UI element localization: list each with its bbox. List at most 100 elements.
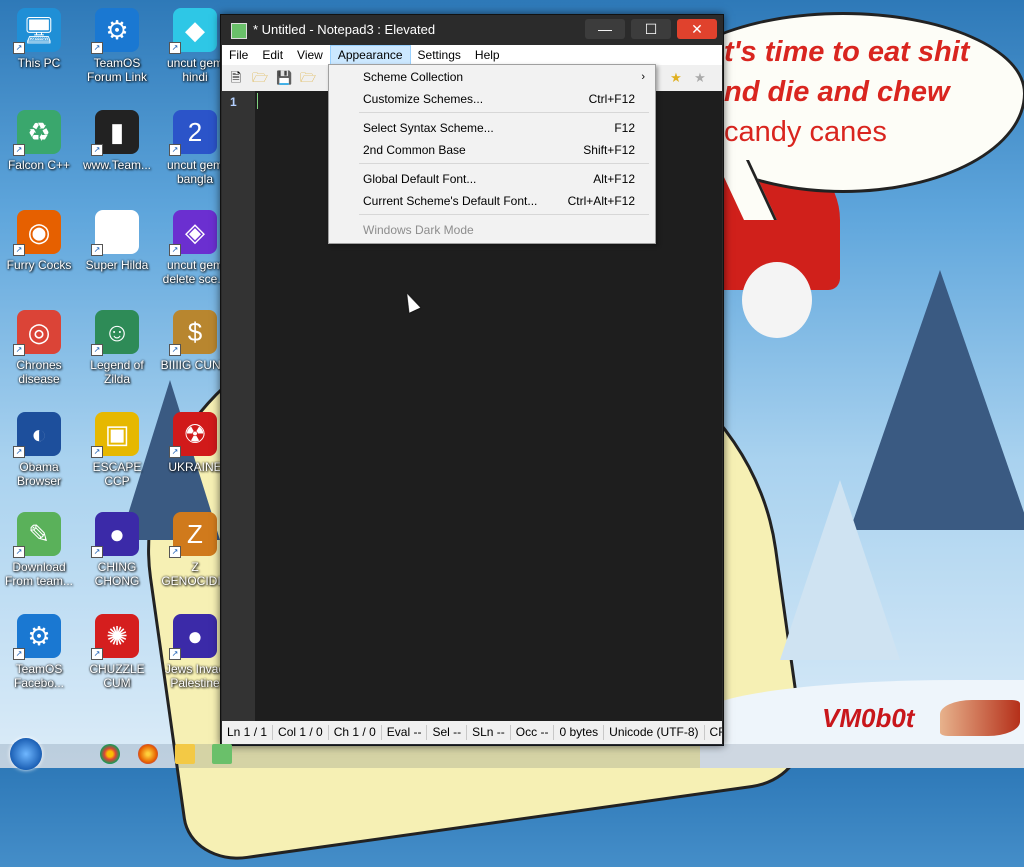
favorites-star-icon[interactable]: ★	[668, 70, 684, 86]
save-as-icon[interactable]: 🗁	[300, 70, 316, 86]
status-eol[interactable]: CR+	[705, 725, 722, 740]
shortcut-arrow-icon: ↗	[169, 546, 181, 558]
shortcut-arrow-icon: ↗	[91, 446, 103, 458]
submenu-arrow-icon: ›	[641, 71, 645, 83]
menu-separator	[359, 112, 649, 113]
menu-item-global-default-font[interactable]: Global Default Font... Alt+F12	[329, 168, 655, 190]
menu-item-shortcut: Ctrl+Alt+F12	[567, 194, 635, 208]
shortcut-arrow-icon: ↗	[13, 244, 25, 256]
elf-icon: ☺ ↗	[91, 310, 139, 356]
desktop-icon-label: ESCAPE CCP	[92, 460, 142, 488]
menu-appearance[interactable]: Appearance	[329, 45, 411, 65]
desktop-icon[interactable]: ♻ ↗ Falcon C++	[2, 110, 76, 172]
minimize-button[interactable]: —	[585, 19, 625, 39]
desktop-icon[interactable]: ⚙ ↗ TeamOS Forum Link	[80, 8, 154, 84]
desktop-icon-label: Furry Cocks	[6, 258, 72, 272]
desktop-icon-label: CHING CHONG	[94, 560, 140, 588]
window-title: * Untitled - Notepad3 : Elevated	[253, 22, 436, 37]
obama-logo-icon: ◐ ↗	[13, 412, 61, 458]
chrome-icon: ◎ ↗	[13, 310, 61, 356]
shortcut-arrow-icon: ↗	[169, 446, 181, 458]
desktop-icon-label: This PC	[17, 56, 61, 70]
menu-settings[interactable]: Settings	[411, 45, 468, 65]
menu-help[interactable]: Help	[468, 45, 507, 65]
shortcut-arrow-icon: ↗	[169, 144, 181, 156]
menu-item-select-syntax-scheme[interactable]: Select Syntax Scheme... F12	[329, 117, 655, 139]
status-char[interactable]: Ch 1 / 0	[329, 725, 382, 740]
desktop-icon[interactable]: ● ↗ CHING CHONG	[80, 512, 154, 588]
save-icon[interactable]: 💾	[276, 70, 292, 86]
desktop-icon-label: TeamOS Forum Link	[86, 56, 148, 84]
desktop-icon[interactable]: ◉ ↗ Furry Cocks	[2, 210, 76, 272]
desktop-icon[interactable]: ☺ ↗ Legend of Zilda	[80, 310, 154, 386]
shortcut-arrow-icon: ↗	[169, 648, 181, 660]
start-button[interactable]	[10, 738, 42, 770]
chrome-taskbar-icon[interactable]	[100, 744, 120, 764]
status-eval[interactable]: Eval --	[382, 725, 428, 740]
menu-item-shortcut: Ctrl+F12	[588, 92, 635, 106]
file-explorer-taskbar-icon[interactable]	[175, 744, 195, 764]
recycle-icon: ♻ ↗	[13, 110, 61, 156]
menu-file[interactable]: File	[222, 45, 255, 65]
shortcut-arrow-icon: ↗	[91, 244, 103, 256]
money-bag-icon: $ ↗	[169, 310, 217, 356]
status-occurrences[interactable]: Occ --	[511, 725, 555, 740]
title-bar[interactable]: * Untitled - Notepad3 : Elevated — ☐ ✕	[221, 15, 723, 45]
menu-item-current-scheme-s-default-font[interactable]: Current Scheme's Default Font... Ctrl+Alt…	[329, 190, 655, 212]
taskbar	[0, 738, 1024, 770]
status-bar: Ln 1 / 1 Col 1 / 0 Ch 1 / 0 Eval -- Sel …	[222, 721, 722, 744]
desktop-icon-label: Obama Browser	[16, 460, 61, 488]
shortcut-arrow-icon: ↗	[13, 344, 25, 356]
notepad-icon: ✎ ↗	[13, 512, 61, 558]
new-file-icon[interactable]: 🗎	[228, 70, 244, 86]
menu-item-scheme-collection[interactable]: Scheme Collection ›	[329, 66, 655, 88]
desktop-icon-label: Download From team...	[4, 560, 73, 588]
radiation-icon: ☢ ↗	[169, 412, 217, 458]
line-number: 1	[230, 95, 237, 109]
appearance-dropdown-menu: Scheme Collection › Customize Schemes... Ct…	[328, 64, 656, 244]
status-selection[interactable]: Sel --	[427, 725, 468, 740]
menu-item-label: Global Default Font...	[363, 172, 477, 186]
menu-item-label: Select Syntax Scheme...	[363, 121, 494, 135]
desktop-icon[interactable]: ◎ ↗ Chrones disease	[2, 310, 76, 386]
shortcut-arrow-icon: ↗	[13, 42, 25, 54]
desktop-icon[interactable]: ☻ ↗ Super Hilda	[80, 210, 154, 272]
shortcut-arrow-icon: ↗	[169, 42, 181, 54]
status-line[interactable]: Ln 1 / 1	[222, 725, 274, 740]
menu-separator	[359, 163, 649, 164]
status-selected-lines[interactable]: SLn --	[467, 725, 511, 740]
status-column[interactable]: Col 1 / 0	[273, 725, 329, 740]
menu-item-shortcut: Shift+F12	[583, 143, 635, 157]
wallpaper-speech-line: nd die and chew	[724, 76, 950, 108]
pixel-character-icon: ☻ ↗	[91, 210, 139, 256]
close-button[interactable]: ✕	[677, 19, 717, 39]
desktop-icon[interactable]: ▮ ↗ www.Team...	[80, 110, 154, 172]
menu-item-2nd-common-base[interactable]: 2nd Common Base Shift+F12	[329, 139, 655, 161]
desktop-icon[interactable]: ▣ ↗ ESCAPE CCP	[80, 412, 154, 488]
desktop-icon[interactable]: ✺ ↗ CHUZZLE CUM	[80, 614, 154, 690]
menu-edit[interactable]: Edit	[255, 45, 290, 65]
menu-item-shortcut: Alt+F12	[593, 172, 635, 186]
shortcut-arrow-icon: ↗	[13, 546, 25, 558]
notepad3-taskbar-icon[interactable]	[212, 744, 232, 764]
shortcut-arrow-icon: ↗	[91, 546, 103, 558]
desktop-icon[interactable]: 🖥 ↗ This PC	[2, 8, 76, 70]
desktop-icon-label: Super Hilda	[85, 258, 149, 272]
firefox-taskbar-icon[interactable]	[138, 744, 158, 764]
add-favorite-icon[interactable]: ★	[692, 70, 708, 86]
desktop-icon[interactable]: ⚙ ↗ TeamOS Facebo...	[2, 614, 76, 690]
status-encoding[interactable]: Unicode (UTF-8)	[604, 725, 705, 740]
menu-view[interactable]: View	[290, 45, 330, 65]
open-folder-icon[interactable]: 🗁	[252, 70, 268, 86]
desktop-icon[interactable]: ◐ ↗ Obama Browser	[2, 412, 76, 488]
wallpaper-signature-figure	[940, 700, 1020, 736]
wallpaper-tree	[780, 480, 900, 660]
line-number-gutter: 1	[222, 91, 255, 721]
shortcut-arrow-icon: ↗	[91, 344, 103, 356]
menu-separator	[359, 214, 649, 215]
desktop-icon[interactable]: ✎ ↗ Download From team...	[2, 512, 76, 588]
status-file-size[interactable]: 0 bytes	[554, 725, 605, 740]
maximize-button[interactable]: ☐	[631, 19, 671, 39]
menu-item-customize-schemes[interactable]: Customize Schemes... Ctrl+F12	[329, 88, 655, 110]
wallpaper-santa-hat-ball	[742, 262, 812, 338]
